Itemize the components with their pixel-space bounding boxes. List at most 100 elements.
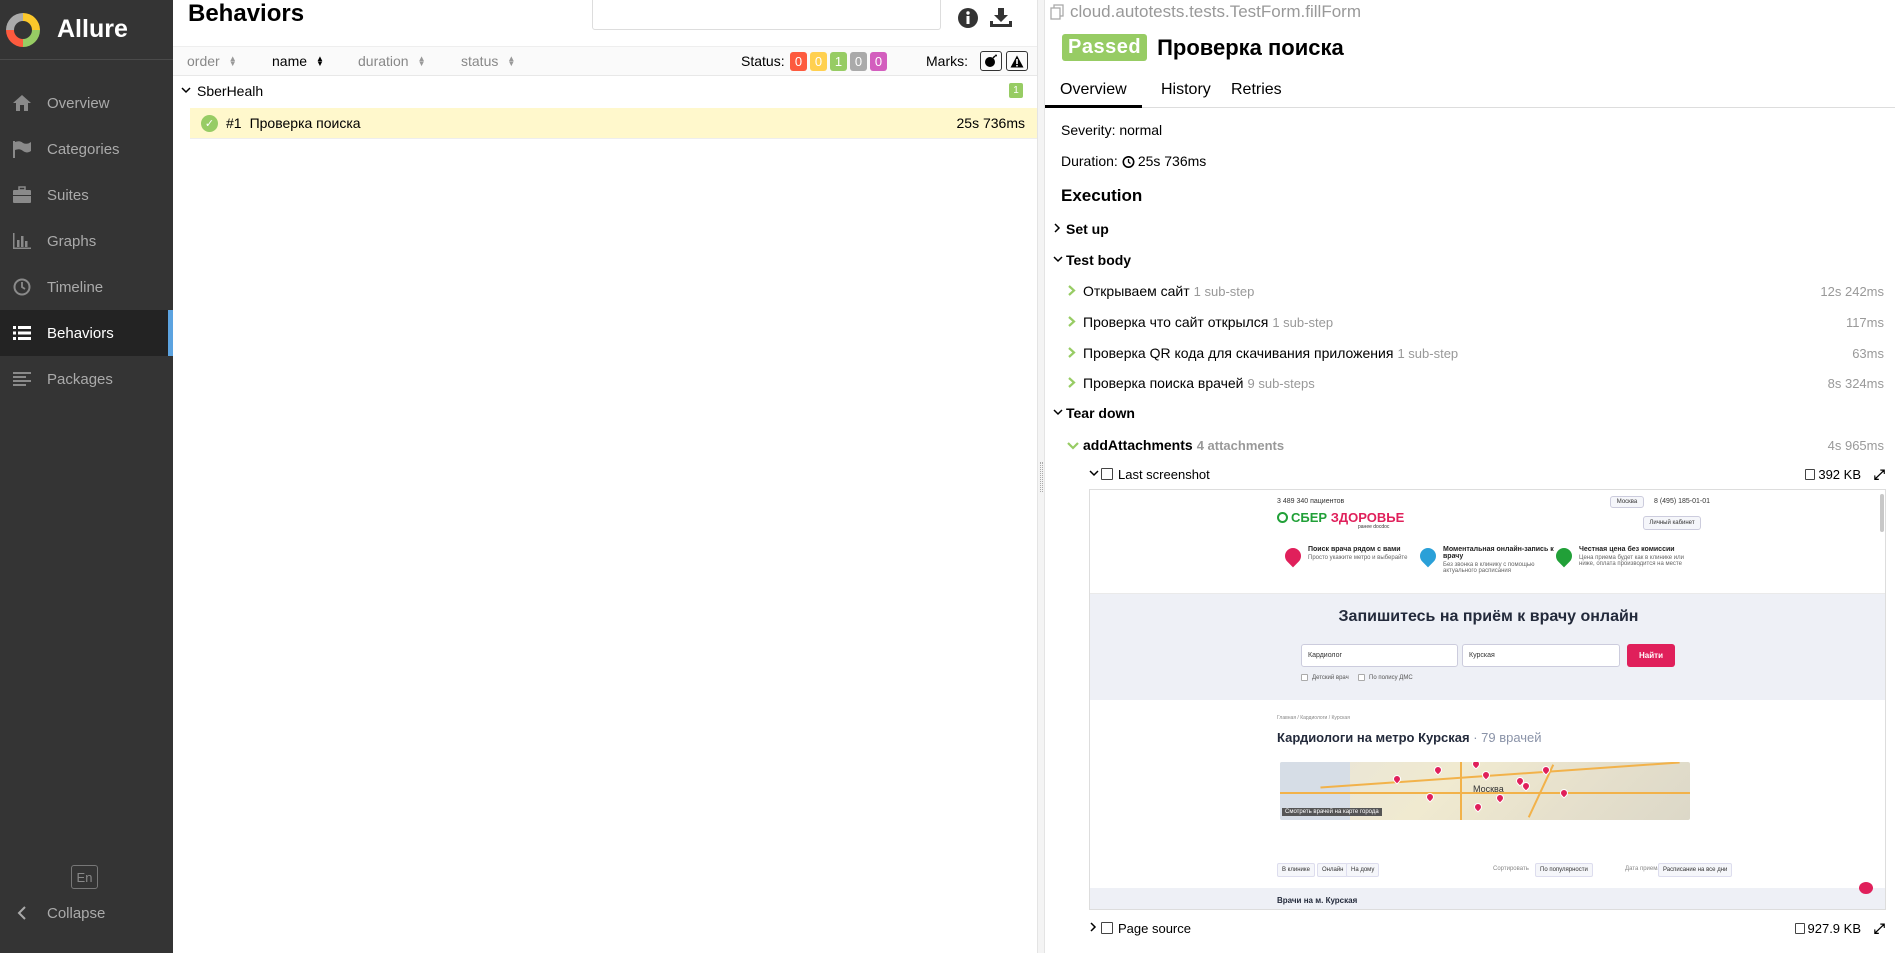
bar-chart-icon (11, 230, 33, 252)
sidebar-item-overview[interactable]: Overview (0, 80, 173, 126)
site-hero-title: Запишитесь на приём к врачу онлайн (1338, 608, 1639, 625)
sort-order[interactable]: order ▲ ▼ (187, 53, 237, 69)
sort-name[interactable]: name ▲ ▼ (272, 53, 324, 69)
sidebar-item-timeline[interactable]: Timeline (0, 264, 173, 310)
align-left-icon (11, 368, 33, 390)
teardown-section[interactable]: Tear down (1053, 405, 1135, 421)
new-failed-mark-toggle[interactable] (1006, 51, 1028, 71)
collapse-button[interactable]: Collapse (11, 900, 105, 926)
sidebar-item-label: Graphs (47, 232, 97, 250)
step-duration: 4s 965ms (1827, 437, 1884, 453)
site-feature-desc: Просто укажите метро и выберайте (1308, 555, 1408, 561)
site-map-pin-icon (1470, 762, 1482, 770)
image-file-icon (1101, 468, 1113, 480)
step-duration: 12s 242ms (1820, 283, 1884, 299)
site-cabinet-button: Личный кабинет (1643, 516, 1701, 530)
site-h2-text: Кардиологи на метро Курская (1277, 730, 1470, 745)
language-button[interactable]: En (71, 865, 98, 889)
site-h2: Кардиологи на метро Курская · 79 врачей (1277, 730, 1542, 745)
site-checkbox-label: По полису ДМС (1369, 674, 1413, 681)
sort-arrows-icon: ▲ ▼ (316, 54, 324, 68)
site-metro-input: Курская (1462, 644, 1620, 667)
sort-duration[interactable]: duration ▲ ▼ (358, 53, 426, 69)
screenshot-scrollbar (1880, 494, 1884, 532)
pane-splitter[interactable] (1037, 0, 1045, 953)
step-row[interactable]: Проверка что сайт открылся 1 sub-step 11… (1067, 310, 1887, 334)
tree-leaf[interactable]: ✓ #1 Проверка поиска 25s 736ms (190, 108, 1037, 139)
expand-icon[interactable]: ⤢ (1874, 466, 1885, 483)
attachment-row[interactable]: Last screenshot 392 KB ⤢ (1089, 463, 1889, 485)
step-row[interactable]: addAttachments 4 attachments 4s 965ms (1067, 433, 1887, 457)
site-map-pin-icon (1494, 792, 1506, 804)
warning-icon (1010, 55, 1024, 67)
step-row[interactable]: Проверка поиска врачей 9 sub-steps 8s 32… (1067, 371, 1887, 395)
flag-icon (11, 138, 33, 160)
brand-name: Allure (57, 15, 128, 43)
test-title: Проверка поиска (249, 115, 361, 131)
test-body-label: Test body (1066, 252, 1132, 268)
chevron-right-icon (1089, 921, 1101, 935)
status-failed-toggle[interactable]: 0 (790, 52, 807, 71)
site-logo-icon (1277, 512, 1288, 523)
site-filter: Онлайн (1317, 863, 1349, 877)
site-brand-b: ЗДОРОВЬЕ (1330, 510, 1405, 525)
site-date-label: Дата приема (1625, 866, 1661, 872)
step-attachments-count: 4 attachments (1196, 437, 1285, 453)
tab-history[interactable]: History (1146, 77, 1226, 108)
flaky-mark-toggle[interactable] (980, 51, 1002, 71)
sidebar-item-categories[interactable]: Categories (0, 126, 173, 172)
sidebar-item-behaviors[interactable]: Behaviors (0, 310, 173, 356)
info-icon[interactable] (955, 5, 981, 31)
site-brand-sub: ранее docdoc (1358, 524, 1390, 530)
step-name: Открываем сайт (1083, 283, 1190, 299)
chevron-down-icon (181, 85, 193, 97)
step-substeps: 9 sub-steps (1247, 375, 1315, 391)
site-feature-title: Моментальная онлайн-запись к врачу (1443, 546, 1554, 560)
collapse-label: Collapse (47, 904, 106, 922)
sort-order-label: order (187, 53, 220, 69)
download-icon[interactable] (988, 5, 1014, 31)
site-filter: В клинике (1277, 863, 1315, 877)
clock-icon (11, 276, 33, 298)
attachment-row[interactable]: Page source 927.9 KB ⤢ (1089, 917, 1889, 939)
attachment-size-value: 927.9 KB (1807, 920, 1862, 936)
site-map-pin-icon (1472, 801, 1484, 813)
step-row[interactable]: Открываем сайт 1 sub-step 12s 242ms (1067, 279, 1887, 303)
test-body-section[interactable]: Test body (1053, 252, 1131, 268)
sidebar-item-packages[interactable]: Packages (0, 356, 173, 402)
brand[interactable]: Allure (0, 0, 173, 60)
disk-icon (1805, 468, 1816, 480)
tree-group[interactable]: SberHealh 1 (173, 78, 1037, 104)
search-input[interactable] (592, 0, 941, 30)
sidebar-item-graphs[interactable]: Graphs (0, 218, 173, 264)
copy-icon[interactable] (1050, 4, 1064, 20)
step-row[interactable]: Проверка QR кода для скачивания приложен… (1067, 341, 1887, 365)
home-icon (11, 92, 33, 114)
status-skipped-toggle[interactable]: 0 (850, 52, 867, 71)
chevron-right-icon (1053, 222, 1066, 236)
expand-icon[interactable]: ⤢ (1874, 920, 1885, 937)
tree-group-label: SberHealh (197, 83, 264, 99)
screenshot-preview[interactable]: 3 489 340 пациентов СБЕР ЗДОРОВЬЕ ранее … (1089, 489, 1886, 910)
chevron-down-icon (1067, 437, 1083, 453)
tab-retries[interactable]: Retries (1216, 77, 1297, 108)
status-broken-toggle[interactable]: 0 (810, 52, 827, 71)
status-unknown-toggle[interactable]: 0 (870, 52, 887, 71)
chevron-right-icon (1067, 283, 1083, 299)
sidebar: Allure Overview Categories Suites Graphs (0, 0, 173, 953)
tree-toolbar: order ▲ ▼ name ▲ ▼ duration ▲ ▼ status ▲ ▼ S… (173, 46, 1037, 76)
site-phone: 8 (495) 185-01-01 (1654, 498, 1711, 505)
sidebar-item-label: Categories (47, 140, 120, 158)
site-specialty-input: Кардиолог (1301, 644, 1458, 667)
test-duration: 25s 736ms (956, 115, 1025, 131)
sort-status[interactable]: status ▲ ▼ (461, 53, 515, 69)
tab-overview[interactable]: Overview (1045, 77, 1142, 108)
site-doctors-title: Врачи на м. Курская (1277, 896, 1358, 905)
site-h2-count: · 79 врачей (1473, 730, 1542, 745)
result-tabs: Overview History Retries (1045, 74, 1895, 108)
site-map-pin-icon (1480, 769, 1492, 781)
setup-section[interactable]: Set up (1053, 221, 1109, 237)
briefcase-icon (11, 184, 33, 206)
status-passed-toggle[interactable]: 1 (830, 52, 847, 71)
sidebar-item-suites[interactable]: Suites (0, 172, 173, 218)
